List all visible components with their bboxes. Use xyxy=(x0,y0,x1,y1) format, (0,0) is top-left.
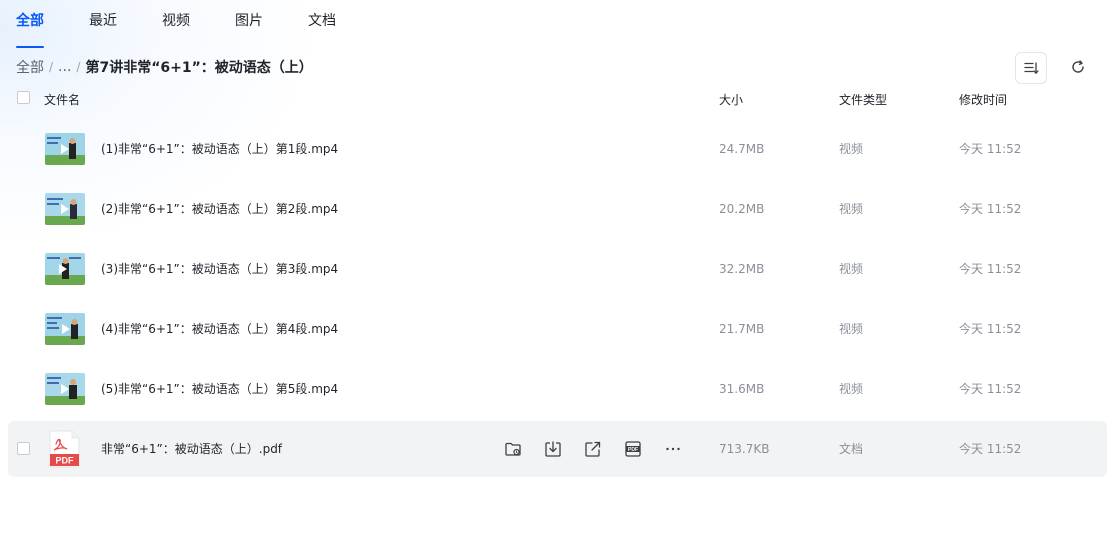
share-button[interactable] xyxy=(581,437,605,461)
refresh-icon xyxy=(1072,60,1084,73)
file-modified: 今天 11:52 xyxy=(959,442,1022,456)
table-header: 文件名 大小 文件类型 修改时间 xyxy=(0,88,1107,112)
file-name[interactable]: (2)非常“6+1”：被动语态（上）第2段.mp4 xyxy=(101,201,338,217)
download-button[interactable] xyxy=(541,437,565,461)
more-button[interactable] xyxy=(661,437,685,461)
share-icon xyxy=(585,441,601,457)
pdf-file-icon: PDF xyxy=(48,430,81,468)
file-modified: 今天 11:52 xyxy=(959,322,1022,336)
file-type: 视频 xyxy=(839,322,864,336)
breadcrumb-separator: / xyxy=(76,60,81,74)
file-type: 视频 xyxy=(839,202,864,216)
file-type: 视频 xyxy=(839,142,864,156)
breadcrumb: 全部 / ... / 第7讲非常“6+1”：被动语态（上） xyxy=(16,56,313,78)
download-icon xyxy=(545,441,561,457)
tab-recent[interactable]: 最近 xyxy=(89,10,117,40)
file-name[interactable]: (3)非常“6+1”：被动语态（上）第3段.mp4 xyxy=(101,261,338,277)
table-row[interactable]: (1)非常“6+1”：被动语态（上）第1段.mp4 24.7MB 视频 今天 1… xyxy=(8,121,1107,177)
refresh-button[interactable] xyxy=(1063,52,1093,82)
file-size: 21.7MB xyxy=(719,322,765,336)
video-thumbnail xyxy=(45,133,85,165)
move-to-folder-icon xyxy=(505,442,521,456)
file-size: 32.2MB xyxy=(719,262,765,276)
file-size: 713.7KB xyxy=(719,442,770,456)
breadcrumb-root[interactable]: 全部 xyxy=(16,57,44,77)
table-row[interactable]: (5)非常“6+1”：被动语态（上）第5段.mp4 31.6MB 视频 今天 1… xyxy=(8,361,1107,417)
pdf-icon-label: PDF xyxy=(56,456,75,466)
sort-button[interactable] xyxy=(1015,52,1047,84)
video-thumbnail xyxy=(45,313,85,345)
file-name[interactable]: 非常“6+1”：被动语态（上）.pdf xyxy=(101,441,282,457)
file-modified: 今天 11:52 xyxy=(959,142,1022,156)
file-type: 视频 xyxy=(839,262,864,276)
file-modified: 今天 11:52 xyxy=(959,202,1022,216)
table-row[interactable]: PDF 非常“6+1”：被动语态（上）.pdf PDF 713.7KB 文档 今… xyxy=(8,421,1107,477)
file-size: 20.2MB xyxy=(719,202,765,216)
category-tabs: 全部 最近 视频 图片 文档 xyxy=(16,10,381,48)
tab-image[interactable]: 图片 xyxy=(235,10,263,40)
file-size: 24.7MB xyxy=(719,142,765,156)
row-actions: PDF xyxy=(501,437,701,461)
tab-document[interactable]: 文档 xyxy=(308,10,336,40)
file-name[interactable]: (4)非常“6+1”：被动语态（上）第4段.mp4 xyxy=(101,321,338,337)
tab-video[interactable]: 视频 xyxy=(162,10,190,40)
file-name[interactable]: (1)非常“6+1”：被动语态（上）第1段.mp4 xyxy=(101,141,338,157)
tab-all[interactable]: 全部 xyxy=(16,10,44,48)
file-size: 31.6MB xyxy=(719,382,765,396)
video-thumbnail xyxy=(45,373,85,405)
pdf-tool-button[interactable]: PDF xyxy=(621,437,645,461)
table-row[interactable]: (4)非常“6+1”：被动语态（上）第4段.mp4 21.7MB 视频 今天 1… xyxy=(8,301,1107,357)
video-thumbnail xyxy=(45,253,85,285)
file-modified: 今天 11:52 xyxy=(959,382,1022,396)
video-thumbnail xyxy=(45,193,85,225)
row-checkbox[interactable] xyxy=(17,442,30,455)
table-row[interactable]: (3)非常“6+1”：被动语态（上）第3段.mp4 32.2MB 视频 今天 1… xyxy=(8,241,1107,297)
pdf-tool-icon-label: PDF xyxy=(628,447,638,453)
breadcrumb-ellipsis[interactable]: ... xyxy=(58,59,71,75)
column-header-size[interactable]: 大小 xyxy=(719,92,743,108)
file-modified: 今天 11:52 xyxy=(959,262,1022,276)
sort-list-icon xyxy=(1024,62,1039,74)
pdf-tool-icon: PDF xyxy=(625,441,641,457)
column-header-modified[interactable]: 修改时间 xyxy=(959,92,1007,108)
file-type: 文档 xyxy=(839,442,864,456)
move-to-folder-button[interactable] xyxy=(501,437,525,461)
column-header-name[interactable]: 文件名 xyxy=(44,92,80,108)
file-type: 视频 xyxy=(839,382,864,396)
file-browser-page: 全部 最近 视频 图片 文档 全部 / ... / 第7讲非常“6+1”：被动语… xyxy=(0,0,1107,539)
file-name[interactable]: (5)非常“6+1”：被动语态（上）第5段.mp4 xyxy=(101,381,338,397)
table-row[interactable]: (2)非常“6+1”：被动语态（上）第2段.mp4 20.2MB 视频 今天 1… xyxy=(8,181,1107,237)
breadcrumb-separator: / xyxy=(49,60,54,74)
select-all-checkbox[interactable] xyxy=(17,91,30,104)
more-icon xyxy=(666,447,680,451)
breadcrumb-current-folder: 第7讲非常“6+1”：被动语态（上） xyxy=(85,60,313,76)
column-header-type[interactable]: 文件类型 xyxy=(839,92,887,108)
